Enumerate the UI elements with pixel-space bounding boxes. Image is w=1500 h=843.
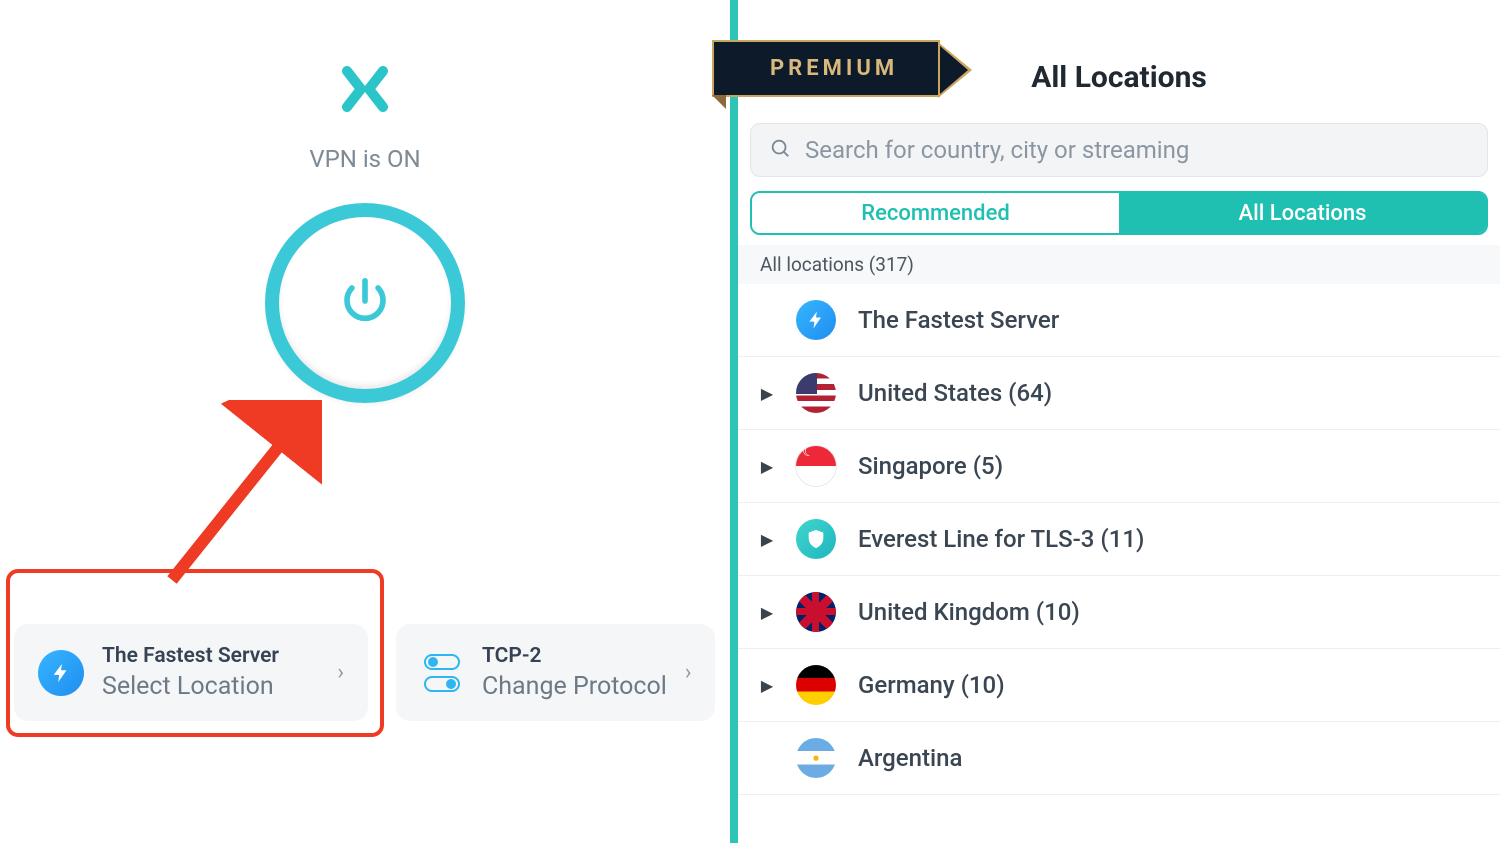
locations-list: The Fastest Server ▶ United States (64) ▶ Si… [738,284,1500,843]
tab-all-locations[interactable]: All Locations [1119,193,1486,233]
location-row[interactable]: The Fastest Server [738,284,1500,357]
chevron-right-icon: › [685,660,692,685]
location-card-title: The Fastest Server [102,644,279,668]
location-row[interactable]: ▶ United Kingdom (10) [738,576,1500,649]
flag-icon-us [796,373,836,413]
panel-divider [730,0,738,843]
premium-label: PREMIUM [770,56,898,81]
annotation-arrow [152,400,322,600]
expand-triangle-icon: ▶ [760,384,774,403]
location-card-subtitle: Select Location [102,672,279,701]
locations-screen: PREMIUM All Locations Search for country… [738,0,1500,843]
protocol-card-title: TCP-2 [482,644,667,668]
search-icon [769,137,791,163]
section-header: All locations (317) [738,245,1500,284]
flag-icon-sg [796,446,836,486]
power-icon [338,274,392,332]
change-protocol-card[interactable]: TCP-2 Change Protocol › [396,624,715,721]
location-row[interactable]: ▶ Germany (10) [738,649,1500,722]
power-toggle-button[interactable] [265,203,465,403]
location-label: Singapore (5) [858,452,1003,480]
flag-icon-shield [796,519,836,559]
location-row[interactable]: ▶ Everest Line for TLS-3 (11) [738,503,1500,576]
flag-icon-bolt [796,300,836,340]
select-location-card[interactable]: The Fastest Server Select Location › [14,624,368,721]
flag-icon-de [796,665,836,705]
location-label: Everest Line for TLS-3 (11) [858,525,1144,553]
expand-triangle-icon: ▶ [760,676,774,695]
expand-triangle-icon: ▶ [760,457,774,476]
location-row[interactable]: ▶ Singapore (5) [738,430,1500,503]
tab-recommended[interactable]: Recommended [752,193,1119,233]
x-logo-icon [341,65,389,117]
main-screen: VPN is ON The Fastest Server Select Loca… [0,0,730,843]
protocol-toggle-icon [420,651,464,695]
location-row[interactable]: ▶ United States (64) [738,357,1500,430]
search-placeholder: Search for country, city or streaming [805,136,1189,164]
app-logo [0,65,730,117]
location-label: Germany (10) [858,671,1005,699]
location-label: Argentina [858,744,962,772]
premium-badge: PREMIUM [712,40,940,97]
location-row[interactable]: Argentina [738,722,1500,795]
expand-triangle-icon: ▶ [760,530,774,549]
bolt-icon [38,650,84,696]
search-input[interactable]: Search for country, city or streaming [750,123,1488,177]
protocol-card-subtitle: Change Protocol [482,672,667,701]
location-tabs: Recommended All Locations [750,191,1488,235]
expand-triangle-icon: ▶ [760,603,774,622]
location-label: The Fastest Server [858,306,1059,334]
location-label: United Kingdom (10) [858,598,1080,626]
vpn-status-label: VPN is ON [0,145,730,173]
location-label: United States (64) [858,379,1052,407]
flag-icon-uk [796,592,836,632]
flag-icon-ar [796,738,836,778]
chevron-right-icon: › [337,660,344,685]
